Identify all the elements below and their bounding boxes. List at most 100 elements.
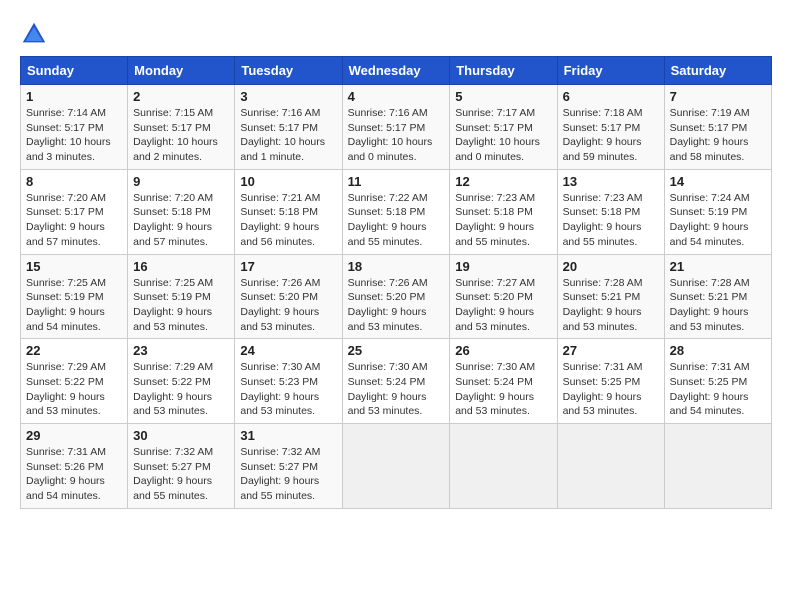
day-number: 19 xyxy=(455,259,551,274)
day-number: 14 xyxy=(670,174,766,189)
day-info: Sunrise: 7:25 AMSunset: 5:19 PMDaylight:… xyxy=(26,276,122,335)
day-info: Sunrise: 7:28 AMSunset: 5:21 PMDaylight:… xyxy=(670,276,766,335)
day-number: 2 xyxy=(133,89,229,104)
calendar-cell: 9Sunrise: 7:20 AMSunset: 5:18 PMDaylight… xyxy=(128,169,235,254)
day-info: Sunrise: 7:30 AMSunset: 5:24 PMDaylight:… xyxy=(455,360,551,419)
calendar-cell: 17 Sunrise: 7:26 AMSunset: 5:20 PMDayligh… xyxy=(235,254,342,339)
calendar-week-row: 22Sunrise: 7:29 AMSunset: 5:22 PMDayligh… xyxy=(21,339,772,424)
day-info: Sunrise: 7:18 AMSunset: 5:17 PMDaylight:… xyxy=(563,106,659,165)
day-info: Sunrise: 7:30 AMSunset: 5:23 PMDaylight:… xyxy=(240,360,336,419)
day-info: Sunrise: 7:19 AMSunset: 5:17 PMDaylight:… xyxy=(670,106,766,165)
calendar-cell: 22Sunrise: 7:29 AMSunset: 5:22 PMDayligh… xyxy=(21,339,128,424)
day-number: 20 xyxy=(563,259,659,274)
column-header-monday: Monday xyxy=(128,57,235,85)
day-number: 7 xyxy=(670,89,766,104)
day-number: 26 xyxy=(455,343,551,358)
calendar-cell: 19 Sunrise: 7:27 AMSunset: 5:20 PMDayligh… xyxy=(450,254,557,339)
calendar-cell xyxy=(342,424,450,509)
calendar-week-row: 15 Sunrise: 7:25 AMSunset: 5:19 PMDayligh… xyxy=(21,254,772,339)
calendar-week-row: 1 Sunrise: 7:14 AMSunset: 5:17 PMDaylight… xyxy=(21,85,772,170)
day-number: 11 xyxy=(348,174,445,189)
calendar-cell: 11 Sunrise: 7:22 AMSunset: 5:18 PMDayligh… xyxy=(342,169,450,254)
calendar-cell: 31 Sunrise: 7:32 AMSunset: 5:27 PMDayligh… xyxy=(235,424,342,509)
day-number: 13 xyxy=(563,174,659,189)
day-info: Sunrise: 7:16 AMSunset: 5:17 PMDaylight:… xyxy=(348,106,445,165)
day-info: Sunrise: 7:27 AMSunset: 5:20 PMDaylight:… xyxy=(455,276,551,335)
calendar-cell: 25 Sunrise: 7:30 AMSunset: 5:24 PMDayligh… xyxy=(342,339,450,424)
calendar-cell: 13 Sunrise: 7:23 AMSunset: 5:18 PMDayligh… xyxy=(557,169,664,254)
calendar-cell: 8 Sunrise: 7:20 AMSunset: 5:17 PMDaylight… xyxy=(21,169,128,254)
calendar-cell: 23 Sunrise: 7:29 AMSunset: 5:22 PMDayligh… xyxy=(128,339,235,424)
day-number: 30 xyxy=(133,428,229,443)
page-header xyxy=(20,20,772,48)
calendar-cell: 2Sunrise: 7:15 AMSunset: 5:17 PMDaylight… xyxy=(128,85,235,170)
day-info: Sunrise: 7:29 AMSunset: 5:22 PMDaylight:… xyxy=(26,360,122,419)
day-info: Sunrise: 7:14 AMSunset: 5:17 PMDaylight:… xyxy=(26,106,122,165)
day-info: Sunrise: 7:31 AMSunset: 5:25 PMDaylight:… xyxy=(670,360,766,419)
day-info: Sunrise: 7:23 AMSunset: 5:18 PMDaylight:… xyxy=(563,191,659,250)
day-number: 6 xyxy=(563,89,659,104)
day-number: 12 xyxy=(455,174,551,189)
day-number: 24 xyxy=(240,343,336,358)
day-info: Sunrise: 7:31 AMSunset: 5:25 PMDaylight:… xyxy=(563,360,659,419)
column-header-saturday: Saturday xyxy=(664,57,771,85)
day-number: 18 xyxy=(348,259,445,274)
day-info: Sunrise: 7:20 AMSunset: 5:17 PMDaylight:… xyxy=(26,191,122,250)
calendar-cell: 26 Sunrise: 7:30 AMSunset: 5:24 PMDayligh… xyxy=(450,339,557,424)
day-info: Sunrise: 7:22 AMSunset: 5:18 PMDaylight:… xyxy=(348,191,445,250)
day-number: 16 xyxy=(133,259,229,274)
calendar-cell: 6 Sunrise: 7:18 AMSunset: 5:17 PMDaylight… xyxy=(557,85,664,170)
day-number: 5 xyxy=(455,89,551,104)
day-info: Sunrise: 7:26 AMSunset: 5:20 PMDaylight:… xyxy=(348,276,445,335)
day-number: 1 xyxy=(26,89,122,104)
calendar-cell: 14 Sunrise: 7:24 AMSunset: 5:19 PMDayligh… xyxy=(664,169,771,254)
calendar-cell: 7 Sunrise: 7:19 AMSunset: 5:17 PMDaylight… xyxy=(664,85,771,170)
day-number: 15 xyxy=(26,259,122,274)
calendar-cell: 10 Sunrise: 7:21 AMSunset: 5:18 PMDayligh… xyxy=(235,169,342,254)
day-number: 17 xyxy=(240,259,336,274)
day-info: Sunrise: 7:20 AMSunset: 5:18 PMDaylight:… xyxy=(133,191,229,250)
column-header-sunday: Sunday xyxy=(21,57,128,85)
day-info: Sunrise: 7:28 AMSunset: 5:21 PMDaylight:… xyxy=(563,276,659,335)
day-number: 23 xyxy=(133,343,229,358)
day-number: 28 xyxy=(670,343,766,358)
calendar-table: SundayMondayTuesdayWednesdayThursdayFrid… xyxy=(20,56,772,509)
day-info: Sunrise: 7:23 AMSunset: 5:18 PMDaylight:… xyxy=(455,191,551,250)
day-number: 31 xyxy=(240,428,336,443)
calendar-cell: 4 Sunrise: 7:16 AMSunset: 5:17 PMDaylight… xyxy=(342,85,450,170)
calendar-cell: 30 Sunrise: 7:32 AMSunset: 5:27 PMDayligh… xyxy=(128,424,235,509)
day-number: 27 xyxy=(563,343,659,358)
day-number: 8 xyxy=(26,174,122,189)
day-info: Sunrise: 7:24 AMSunset: 5:19 PMDaylight:… xyxy=(670,191,766,250)
logo xyxy=(20,20,50,48)
day-info: Sunrise: 7:21 AMSunset: 5:18 PMDaylight:… xyxy=(240,191,336,250)
calendar-week-row: 8 Sunrise: 7:20 AMSunset: 5:17 PMDaylight… xyxy=(21,169,772,254)
day-info: Sunrise: 7:16 AMSunset: 5:17 PMDaylight:… xyxy=(240,106,336,165)
calendar-cell: 21 Sunrise: 7:28 AMSunset: 5:21 PMDayligh… xyxy=(664,254,771,339)
day-info: Sunrise: 7:17 AMSunset: 5:17 PMDaylight:… xyxy=(455,106,551,165)
day-number: 4 xyxy=(348,89,445,104)
calendar-cell: 29 Sunrise: 7:31 AMSunset: 5:26 PMDayligh… xyxy=(21,424,128,509)
day-info: Sunrise: 7:32 AMSunset: 5:27 PMDaylight:… xyxy=(240,445,336,504)
day-info: Sunrise: 7:32 AMSunset: 5:27 PMDaylight:… xyxy=(133,445,229,504)
day-number: 3 xyxy=(240,89,336,104)
day-info: Sunrise: 7:26 AMSunset: 5:20 PMDaylight:… xyxy=(240,276,336,335)
day-info: Sunrise: 7:30 AMSunset: 5:24 PMDaylight:… xyxy=(348,360,445,419)
calendar-cell xyxy=(664,424,771,509)
calendar-cell: 28 Sunrise: 7:31 AMSunset: 5:25 PMDayligh… xyxy=(664,339,771,424)
calendar-header-row: SundayMondayTuesdayWednesdayThursdayFrid… xyxy=(21,57,772,85)
day-info: Sunrise: 7:29 AMSunset: 5:22 PMDaylight:… xyxy=(133,360,229,419)
column-header-wednesday: Wednesday xyxy=(342,57,450,85)
calendar-cell: 12 Sunrise: 7:23 AMSunset: 5:18 PMDayligh… xyxy=(450,169,557,254)
day-number: 21 xyxy=(670,259,766,274)
calendar-cell: 15 Sunrise: 7:25 AMSunset: 5:19 PMDayligh… xyxy=(21,254,128,339)
calendar-cell: 3 Sunrise: 7:16 AMSunset: 5:17 PMDaylight… xyxy=(235,85,342,170)
day-number: 25 xyxy=(348,343,445,358)
column-header-friday: Friday xyxy=(557,57,664,85)
day-number: 10 xyxy=(240,174,336,189)
logo-icon xyxy=(20,20,48,48)
day-info: Sunrise: 7:25 AMSunset: 5:19 PMDaylight:… xyxy=(133,276,229,335)
day-number: 29 xyxy=(26,428,122,443)
day-info: Sunrise: 7:31 AMSunset: 5:26 PMDaylight:… xyxy=(26,445,122,504)
calendar-cell: 5 Sunrise: 7:17 AMSunset: 5:17 PMDaylight… xyxy=(450,85,557,170)
